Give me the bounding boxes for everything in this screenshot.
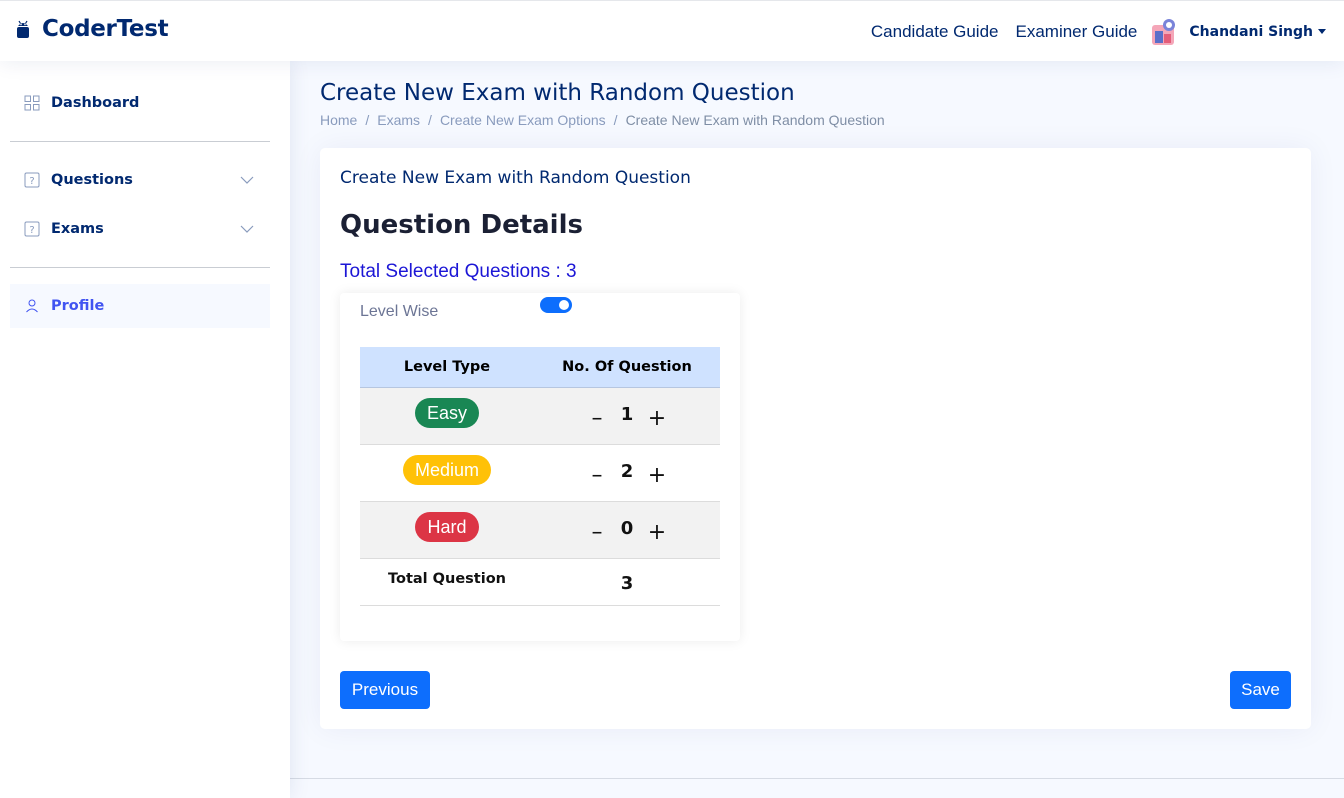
breadcrumb-separator: /	[428, 112, 432, 128]
column-header-no-of-question: No. Of Question	[562, 359, 692, 375]
sidebar-item-label: Exams	[51, 221, 104, 237]
breadcrumb-separator: /	[613, 112, 618, 128]
sidebar-item-questions[interactable]: ? Questions	[10, 158, 270, 202]
question-square-icon: ?	[24, 172, 40, 188]
level-badge-medium: Medium	[402, 455, 492, 485]
avatar[interactable]	[1149, 17, 1179, 47]
level-badge-hard: Hard	[415, 512, 479, 542]
count-cell: – 1 +	[534, 388, 720, 444]
breadcrumb-exams[interactable]: Exams	[377, 112, 420, 128]
previous-button[interactable]: Previous	[340, 671, 430, 709]
column-header-level-type: Level Type	[403, 359, 491, 375]
grid-icon	[24, 95, 40, 111]
card-title: Create New Exam with Random Question	[340, 168, 691, 188]
sidebar-item-label: Questions	[51, 172, 133, 188]
brand-logo[interactable]: CoderTest	[14, 16, 169, 42]
level-wise-toggle[interactable]	[540, 297, 572, 313]
examiner-guide-link[interactable]: Examiner Guide	[1016, 22, 1138, 42]
sidebar-item-dashboard[interactable]: Dashboard	[10, 81, 270, 125]
total-question-label: Total Question	[388, 571, 506, 587]
candidate-guide-link[interactable]: Candidate Guide	[871, 22, 999, 42]
decrement-button[interactable]: –	[586, 408, 608, 430]
breadcrumb-current: Create New Exam with Random Question	[625, 112, 885, 128]
table-total-row: Total Question 3	[360, 559, 720, 606]
save-button[interactable]: Save	[1230, 671, 1291, 709]
breadcrumb-separator: /	[365, 112, 370, 128]
header-nav: Candidate Guide Examiner Guide Chandani …	[854, 1, 1326, 62]
increment-button[interactable]: +	[646, 408, 668, 430]
decrement-button[interactable]: –	[586, 522, 608, 544]
brand-name: CoderTest	[42, 16, 169, 42]
sidebar-divider	[10, 141, 270, 142]
chevron-down-icon	[240, 225, 254, 233]
chevron-down-icon	[240, 176, 254, 184]
sidebar-item-exams[interactable]: ? Exams	[10, 207, 270, 251]
total-selected-questions: Total Selected Questions : 3	[340, 261, 577, 282]
table-row: Medium – 2 +	[360, 445, 720, 502]
breadcrumb: Home / Exams / Create New Exam Options /…	[320, 112, 885, 128]
decrement-button[interactable]: –	[586, 465, 608, 487]
question-square-icon: ?	[24, 221, 40, 237]
table-row: Hard – 0 +	[360, 502, 720, 559]
level-wise-label: Level Wise	[360, 303, 439, 320]
level-cell: Medium	[360, 445, 534, 501]
question-count: 1	[620, 404, 634, 425]
quantity-stepper: – 1 +	[586, 404, 668, 444]
sidebar-item-label: Dashboard	[51, 95, 140, 111]
svg-text:?: ?	[29, 176, 34, 187]
section-title: Question Details	[340, 210, 583, 240]
table-row: Easy – 1 +	[360, 388, 720, 445]
question-count: 2	[620, 461, 634, 482]
sidebar-item-label: Profile	[51, 298, 105, 314]
toggle-knob	[559, 300, 569, 310]
exam-card: Create New Exam with Random Question Que…	[320, 148, 1311, 729]
footer-divider	[290, 778, 1344, 779]
user-menu-toggle[interactable]: Chandani Singh	[1189, 24, 1326, 40]
count-cell: – 2 +	[534, 445, 720, 501]
svg-text:?: ?	[29, 225, 34, 236]
sidebar-item-profile[interactable]: Profile	[10, 284, 270, 328]
level-table: Level Type No. Of Question Easy – 1 + Me…	[360, 347, 720, 606]
level-cell: Easy	[360, 388, 534, 444]
table-header: Level Type No. Of Question	[360, 347, 720, 388]
level-badge-easy: Easy	[414, 398, 480, 428]
level-wise-panel: Level Wise Level Type No. Of Question Ea…	[340, 293, 740, 641]
breadcrumb-exam-options[interactable]: Create New Exam Options	[440, 112, 606, 128]
android-icon	[17, 20, 29, 38]
level-cell: Hard	[360, 502, 534, 558]
caret-down-icon	[1318, 29, 1326, 34]
question-count: 0	[620, 518, 634, 539]
sidebar: Dashboard ? Questions ? Exams Profile	[0, 61, 290, 798]
user-name: Chandani Singh	[1189, 23, 1313, 40]
quantity-stepper: – 2 +	[586, 461, 668, 501]
total-question-value: 3	[620, 573, 634, 594]
quantity-stepper: – 0 +	[586, 518, 668, 558]
increment-button[interactable]: +	[646, 522, 668, 544]
page-title: Create New Exam with Random Question	[320, 80, 795, 106]
breadcrumb-home[interactable]: Home	[320, 112, 357, 128]
increment-button[interactable]: +	[646, 465, 668, 487]
sidebar-divider	[10, 267, 270, 268]
count-cell: – 0 +	[534, 502, 720, 558]
person-icon	[26, 299, 38, 313]
top-header: CoderTest Candidate Guide Examiner Guide…	[0, 0, 1344, 61]
